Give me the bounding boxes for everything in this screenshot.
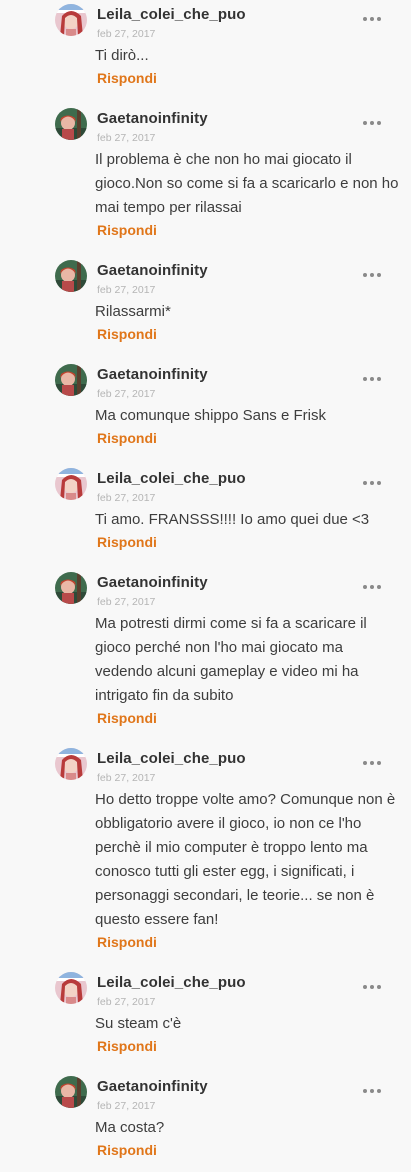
comment-text: Su steam c'è [95,1015,182,1032]
reply-button[interactable]: Rispondi [97,1038,157,1054]
avatar[interactable] [55,748,87,780]
comment-author[interactable]: Gaetanoinfinity [97,574,208,591]
comment-date: feb 27, 2017 [97,772,156,784]
reply-button[interactable]: Rispondi [97,1142,157,1158]
reply-button[interactable]: Rispondi [97,222,157,238]
comment-date: feb 27, 2017 [97,132,156,144]
avatar[interactable] [55,4,87,36]
comment-author[interactable]: Gaetanoinfinity [97,1078,208,1095]
more-options-icon[interactable] [362,1086,382,1096]
comment-date: feb 27, 2017 [97,492,156,504]
more-options-icon[interactable] [362,478,382,488]
anime-girl-avatar-icon [55,4,87,36]
character-green-avatar-icon [55,108,87,140]
more-options-icon[interactable] [362,758,382,768]
avatar[interactable] [55,364,87,396]
reply-button[interactable]: Rispondi [97,70,157,86]
comment-date: feb 27, 2017 [97,28,156,40]
comment-text: Ti dirò... [95,47,149,64]
comment-author[interactable]: Gaetanoinfinity [97,110,208,127]
more-options-icon[interactable] [362,270,382,280]
avatar[interactable] [55,972,87,1004]
avatar[interactable] [55,572,87,604]
comment-date: feb 27, 2017 [97,596,156,608]
reply-button[interactable]: Rispondi [97,534,157,550]
comment-text: Ma costa? [95,1119,165,1136]
avatar[interactable] [55,108,87,140]
character-green-avatar-icon [55,1076,87,1108]
reply-button[interactable]: Rispondi [97,430,157,446]
more-options-icon[interactable] [362,982,382,992]
comment-author[interactable]: Leila_colei_che_puo [97,974,246,991]
character-green-avatar-icon [55,364,87,396]
avatar[interactable] [55,1076,87,1108]
anime-girl-avatar-icon [55,468,87,500]
anime-girl-avatar-icon [55,748,87,780]
comment-text: Il problema è che non ho mai giocato il … [95,151,399,216]
comment-author[interactable]: Leila_colei_che_puo [97,470,246,487]
comment-text: Ti amo. FRANSSS!!!! Io amo quei due <3 [95,511,370,528]
comment-text: Rilassarmi* [95,303,171,320]
character-green-avatar-icon [55,572,87,604]
character-green-avatar-icon [55,260,87,292]
more-options-icon[interactable] [362,14,382,24]
reply-button[interactable]: Rispondi [97,710,157,726]
reply-button[interactable]: Rispondi [97,934,157,950]
more-options-icon[interactable] [362,582,382,592]
comment-date: feb 27, 2017 [97,1100,156,1112]
reply-button[interactable]: Rispondi [97,326,157,342]
comment-date: feb 27, 2017 [97,388,156,400]
comment-date: feb 27, 2017 [97,284,156,296]
comment-text: Ho detto troppe volte amo? Comunque non … [95,791,396,928]
more-options-icon[interactable] [362,118,382,128]
comment-author[interactable]: Leila_colei_che_puo [97,6,246,23]
comment-text: Ma potresti dirmi come si fa a scaricare… [95,615,367,704]
comment-date: feb 27, 2017 [97,996,156,1008]
comment-thread: Leila_colei_che_puo feb 27, 2017 Ti dirò… [0,0,411,1172]
avatar[interactable] [55,260,87,292]
more-options-icon[interactable] [362,374,382,384]
comment-author[interactable]: Leila_colei_che_puo [97,750,246,767]
comment-author[interactable]: Gaetanoinfinity [97,262,208,279]
anime-girl-avatar-icon [55,972,87,1004]
comment-text: Ma comunque shippo Sans e Frisk [95,407,326,424]
comment-author[interactable]: Gaetanoinfinity [97,366,208,383]
avatar[interactable] [55,468,87,500]
